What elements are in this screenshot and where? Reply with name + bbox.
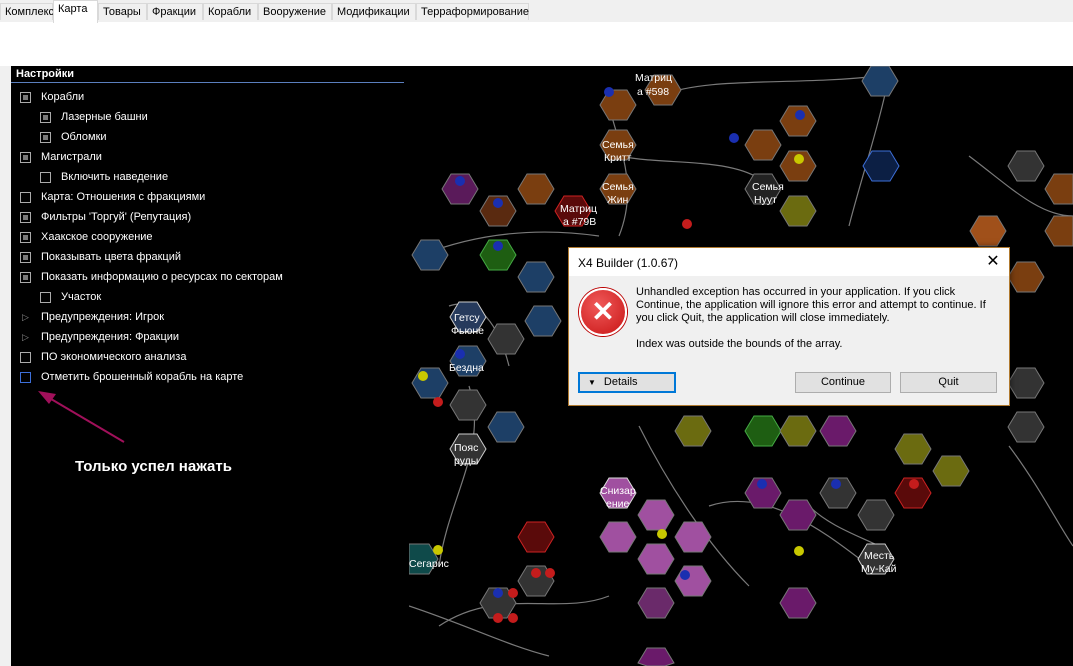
map-label: Месть: [864, 550, 895, 562]
chevron-down-icon: ▼: [588, 378, 596, 387]
map-label: Семья: [752, 181, 784, 193]
station-marker: [757, 479, 767, 489]
close-icon[interactable]: ✕: [983, 252, 1003, 272]
station-marker: [433, 545, 443, 555]
sector-hex: [517, 173, 555, 205]
sector-hex: [487, 323, 525, 355]
map-label: а #598: [637, 86, 669, 98]
station-marker: [493, 613, 503, 623]
dialog-message-line: Continue, the application will ignore th…: [636, 299, 986, 311]
dialog-message: Unhandled exception has occurred in your…: [636, 286, 996, 325]
sector-hex: [819, 415, 857, 447]
station-marker: [418, 371, 428, 381]
map-label: а #79В: [563, 216, 596, 228]
map-label: Бездна: [449, 362, 484, 374]
sector-hex: [744, 415, 782, 447]
sector-hex: [637, 499, 675, 531]
sector-hex: [894, 433, 932, 465]
dialog-detail-text: Index was outside the bounds of the arra…: [636, 338, 843, 350]
map-label: Матриц: [635, 72, 672, 84]
station-marker: [657, 529, 667, 539]
map-label: Жин: [607, 194, 629, 206]
dialog-titlebar[interactable]: X4 Builder (1.0.67) ✕: [569, 248, 1009, 276]
map-label: Критт: [604, 152, 632, 164]
station-marker: [493, 588, 503, 598]
sector-hex: [487, 411, 525, 443]
map-label: Снизар: [600, 485, 636, 497]
sector-hex: [861, 66, 899, 97]
sector-hex: [1007, 367, 1045, 399]
sector-hex: [779, 587, 817, 619]
station-marker: [531, 568, 541, 578]
station-marker: [493, 241, 503, 251]
sector-hex: [857, 499, 895, 531]
sector-hex: [744, 129, 782, 161]
sector-hex: [599, 521, 637, 553]
tab-karta[interactable]: Карта: [53, 0, 98, 23]
error-icon: ✕: [579, 288, 627, 336]
annotation-arrow-icon: [38, 391, 125, 443]
sector-hex: [517, 261, 555, 293]
sector-hex: [411, 239, 449, 271]
station-marker: [455, 349, 465, 359]
sector-hex: [449, 389, 487, 421]
sector-hex: [1044, 173, 1073, 205]
sector-hex: [1007, 150, 1045, 182]
error-dialog: X4 Builder (1.0.67) ✕ ✕ Unhandled except…: [568, 247, 1010, 406]
map-label: руды: [454, 455, 478, 467]
map-label: Му-Кай: [861, 563, 897, 575]
map-label: Пояс: [454, 442, 478, 454]
annotation-text: Только успел нажать: [75, 458, 232, 475]
sector-hex: [1007, 411, 1045, 443]
station-marker: [794, 154, 804, 164]
sector-hex: [674, 565, 712, 597]
quit-button[interactable]: Quit: [900, 372, 997, 393]
map-label: Семья: [602, 139, 634, 151]
station-marker: [831, 479, 841, 489]
sector-hex: [637, 543, 675, 575]
map-label: Гетсу: [454, 312, 480, 324]
sector-hex: [637, 647, 675, 666]
dialog-message-line: Unhandled exception has occurred in your…: [636, 286, 956, 298]
sector-hex: [637, 587, 675, 619]
map-label: Фьюне: [451, 325, 484, 337]
station-marker: [909, 479, 919, 489]
details-label: Details: [603, 376, 638, 388]
station-marker: [729, 133, 739, 143]
map-label: Нуут: [754, 194, 777, 206]
map-label: Семья: [602, 181, 634, 193]
station-marker: [493, 198, 503, 208]
sector-hex: [779, 415, 817, 447]
station-marker: [433, 397, 443, 407]
station-marker: [508, 613, 518, 623]
sector-hex: [932, 455, 970, 487]
station-marker: [455, 176, 465, 186]
sector-hex: [1007, 261, 1045, 293]
dialog-message-line: you click Quit, the application will clo…: [636, 312, 890, 324]
station-marker: [794, 546, 804, 556]
station-marker: [604, 87, 614, 97]
station-marker: [795, 110, 805, 120]
tab-terraformirovanie[interactable]: Терраформирование: [416, 3, 529, 20]
continue-button[interactable]: Continue: [795, 372, 891, 393]
map-label: Сегарис: [409, 558, 449, 570]
sector-hex: [674, 521, 712, 553]
station-marker: [508, 588, 518, 598]
sector-hex: [779, 195, 817, 227]
map-label: Матриц: [560, 203, 597, 215]
sector-hex: [674, 415, 712, 447]
station-marker: [682, 219, 692, 229]
sector-hex: [1044, 215, 1073, 247]
sector-hex: [411, 367, 449, 399]
station-marker: [680, 570, 690, 580]
dialog-title: X4 Builder (1.0.67): [578, 256, 679, 270]
sector-hex: [524, 305, 562, 337]
station-marker: [545, 568, 555, 578]
map-label: ение: [606, 498, 630, 510]
sector-hex: [969, 215, 1007, 247]
details-button[interactable]: ▼ Details: [578, 372, 676, 393]
sector-hex: [517, 521, 555, 553]
